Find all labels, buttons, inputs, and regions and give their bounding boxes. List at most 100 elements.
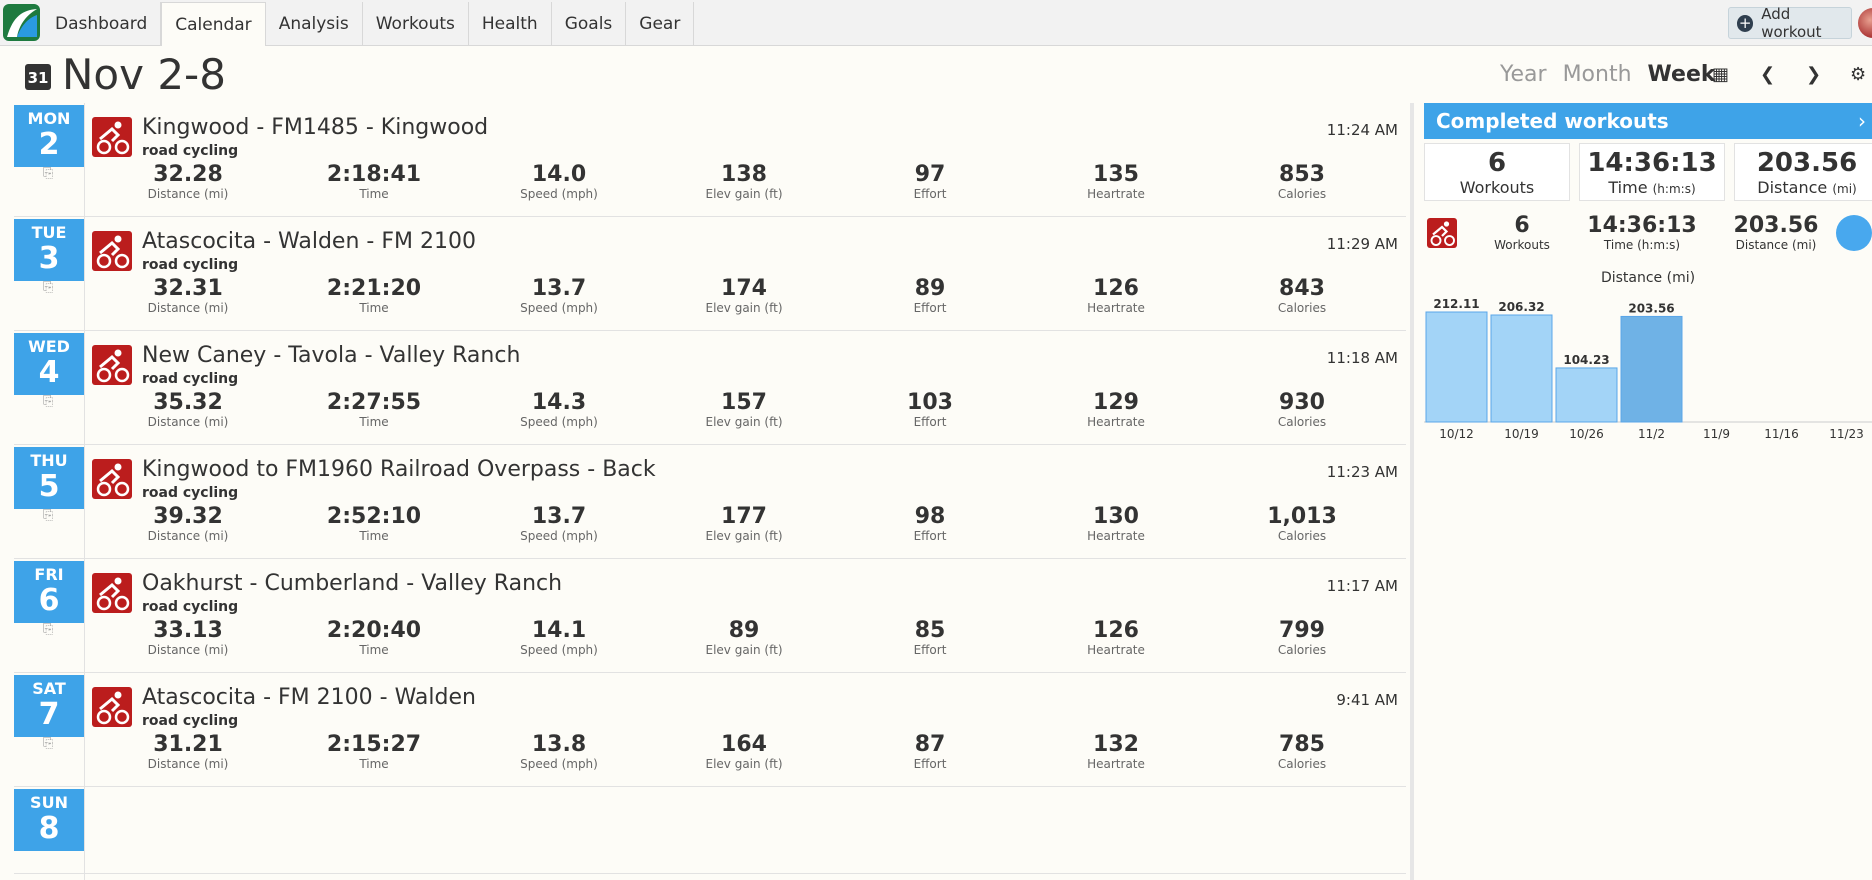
stat-label: Time <box>359 415 389 429</box>
stat-label: Elev gain (ft) <box>705 187 783 201</box>
previous-week-button[interactable]: ❮ <box>1760 64 1775 85</box>
tab-workouts[interactable]: Workouts <box>363 2 469 46</box>
view-week[interactable]: Week <box>1648 62 1716 87</box>
sub-label: Workouts <box>1494 238 1550 252</box>
add-workout-button[interactable]: + Add workout <box>1728 5 1852 41</box>
tab-health[interactable]: Health <box>469 2 552 46</box>
gear-icon[interactable]: ⚙ <box>1850 64 1866 85</box>
workout-type: road cycling <box>142 713 239 729</box>
completed-workouts-header[interactable]: Completed workouts › <box>1424 103 1872 139</box>
day-badge[interactable]: TUE 3 <box>14 219 84 281</box>
day-number: 7 <box>38 697 60 732</box>
progress-indicator[interactable] <box>1836 215 1872 251</box>
notes-icon[interactable]: ⎘ <box>43 622 53 637</box>
workout-stat: 35.32 Distance (mi) <box>108 391 268 430</box>
stat-value: 132 <box>1093 732 1139 757</box>
notes-icon[interactable]: ⎘ <box>43 280 53 295</box>
x-tick-label: 10/19 <box>1504 427 1539 440</box>
day-badge[interactable]: WED 4 <box>14 333 84 395</box>
tab-dashboard[interactable]: Dashboard <box>42 2 162 46</box>
notes-icon[interactable]: ⎘ <box>43 508 53 523</box>
day-separator <box>84 331 85 445</box>
sub-value: 6 <box>1514 213 1530 238</box>
stat-label: Effort <box>913 643 947 657</box>
notes-icon[interactable]: ⎘ <box>43 394 53 409</box>
workout-stat: 97 Effort <box>850 163 1010 202</box>
stat-label: Speed (mph) <box>520 415 598 429</box>
stat-value: 1,013 <box>1267 504 1337 529</box>
chevron-right-icon[interactable]: › <box>1858 103 1866 139</box>
workout-title[interactable]: Atascocita - FM 2100 - Walden <box>142 685 476 710</box>
view-month[interactable]: Month <box>1563 62 1632 87</box>
stat-label: Distance (mi) <box>147 757 229 771</box>
summary-distance: 203.56 Distance (mi) <box>1734 143 1872 201</box>
workout-stat: 33.13 Distance (mi) <box>108 619 268 658</box>
panel-divider[interactable] <box>1410 103 1414 880</box>
road-cycling-icon[interactable] <box>92 345 132 385</box>
stat-label: Elev gain (ft) <box>705 301 783 315</box>
day-badge[interactable]: SAT 7 <box>14 675 84 737</box>
stat-value: 39.32 <box>153 504 223 529</box>
sub-value: 203.56 <box>1733 213 1819 238</box>
stat-value: 31.21 <box>153 732 223 757</box>
road-cycling-icon[interactable] <box>92 687 132 727</box>
day-number: 4 <box>38 355 60 390</box>
workout-title[interactable]: Kingwood - FM1485 - Kingwood <box>142 115 488 140</box>
tab-gear[interactable]: Gear <box>626 2 695 46</box>
user-avatar[interactable] <box>1858 8 1872 38</box>
bar-11/2[interactable] <box>1620 315 1683 423</box>
workout-title[interactable]: Atascocita - Walden - FM 2100 <box>142 229 476 254</box>
bar-10/26[interactable] <box>1555 367 1618 423</box>
workout-stat: 14.0 Speed (mph) <box>479 163 639 202</box>
mini-calendar-icon[interactable]: ▦ <box>1712 64 1729 85</box>
road-cycling-icon[interactable] <box>92 231 132 271</box>
day-number: 6 <box>38 583 60 618</box>
workout-stat: 98 Effort <box>850 505 1010 544</box>
day-badge[interactable]: SUN 8 <box>14 789 84 851</box>
workout-start-time: 11:17 AM <box>1326 577 1398 595</box>
stat-label: Elev gain (ft) <box>705 643 783 657</box>
calendar-icon[interactable]: 31 <box>25 64 51 90</box>
workout-type: road cycling <box>142 371 239 387</box>
workout-stat: 2:20:40 Time <box>294 619 454 658</box>
day-row: THU 5 ⎘ Kingwood to FM1960 Railroad Overpas… <box>14 445 1406 559</box>
bar-10/12[interactable] <box>1425 311 1488 423</box>
completed-workouts-title: Completed workouts <box>1436 109 1669 133</box>
sub-label: Distance (mi) <box>1735 238 1817 252</box>
day-row: SUN 8 <box>14 787 1406 880</box>
stat-value: 87 <box>914 732 946 757</box>
day-badge[interactable]: FRI 6 <box>14 561 84 623</box>
workout-title[interactable]: Kingwood to FM1960 Railroad Overpass - B… <box>142 457 656 482</box>
day-row: FRI 6 ⎘ Oakhurst - Cumberland - Valley Ranc… <box>14 559 1406 673</box>
nav-tabs: Dashboard Calendar Analysis Workouts Health G… <box>42 2 695 46</box>
stat-value: 126 <box>1093 276 1139 301</box>
day-badge[interactable]: THU 5 <box>14 447 84 509</box>
notes-icon[interactable]: ⎘ <box>43 736 53 751</box>
day-of-week: WED <box>28 337 70 356</box>
x-tick-label: 11/23 <box>1829 427 1864 440</box>
stat-label: Effort <box>913 757 947 771</box>
app-logo[interactable] <box>3 4 40 41</box>
road-cycling-icon[interactable] <box>92 459 132 499</box>
stat-value: 126 <box>1093 618 1139 643</box>
day-separator <box>84 787 85 880</box>
road-cycling-icon[interactable] <box>92 573 132 613</box>
stat-label: Calories <box>1277 757 1327 771</box>
bar-10/19[interactable] <box>1490 314 1553 423</box>
road-cycling-icon[interactable] <box>92 117 132 157</box>
stat-label: Distance (mi) <box>147 643 229 657</box>
top-nav: Dashboard Calendar Analysis Workouts Health G… <box>0 0 1872 46</box>
day-badge[interactable]: MON 2 <box>14 105 84 167</box>
next-week-button[interactable]: ❯ <box>1806 64 1821 85</box>
workout-stat: 126 Heartrate <box>1036 618 1196 658</box>
workout-title[interactable]: Oakhurst - Cumberland - Valley Ranch <box>142 571 562 596</box>
stat-value: 130 <box>1093 504 1139 529</box>
view-year[interactable]: Year <box>1500 62 1547 87</box>
workout-title[interactable]: New Caney - Tavola - Valley Ranch <box>142 343 520 368</box>
notes-icon[interactable]: ⎘ <box>43 166 53 181</box>
tab-goals[interactable]: Goals <box>552 2 627 46</box>
tab-calendar[interactable]: Calendar <box>161 2 266 46</box>
tab-analysis[interactable]: Analysis <box>266 2 363 46</box>
workout-stat: 2:52:10 Time <box>294 505 454 544</box>
workout-stat: 799 Calories <box>1222 619 1382 658</box>
